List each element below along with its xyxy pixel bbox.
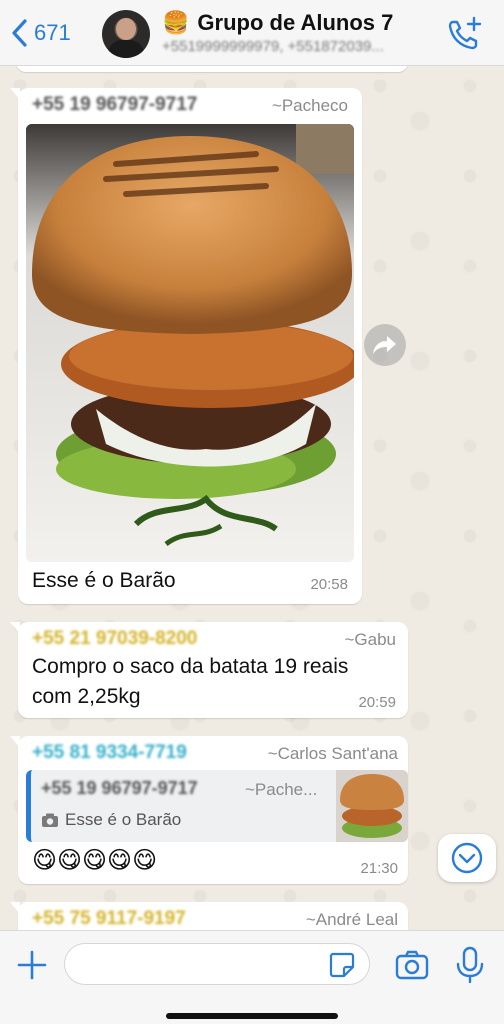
mic-icon[interactable]: [452, 945, 488, 985]
sender-phone[interactable]: +55 75 9117-9197: [32, 908, 186, 930]
message-bubble[interactable]: +55 75 9117-9197 ~André Leal: [10, 902, 408, 930]
message-input[interactable]: [64, 943, 370, 985]
call-add-icon[interactable]: [444, 14, 484, 54]
forward-icon: [373, 336, 396, 354]
sender-phone[interactable]: +55 81 9334-7719: [32, 742, 187, 764]
sender-alias: ~Carlos Sant'ana: [267, 744, 398, 763]
sender-alias: ~Gabu: [344, 630, 396, 649]
message-bubble[interactable]: +55 81 9334-7719 ~Carlos Sant'ana +55 19…: [10, 736, 408, 884]
message-bubble[interactable]: +55 21 97039-8200 ~Gabu Compro o saco da…: [10, 622, 408, 718]
message-time: 20:59: [358, 694, 396, 711]
plus-icon[interactable]: [14, 947, 50, 983]
sticker-icon[interactable]: [328, 951, 356, 979]
quote-thumbnail: [336, 770, 408, 842]
message-time: 21:30: [360, 860, 398, 877]
group-title[interactable]: 🍔 Grupo de Alunos 7: [162, 10, 393, 36]
members-preview[interactable]: +5519999999979, +551872039...: [162, 38, 432, 55]
quoted-message[interactable]: +55 19 96797-9717 ~Pache... Esse é o Bar…: [26, 770, 408, 842]
previous-message-bubble: [16, 66, 408, 72]
forward-button[interactable]: [364, 324, 406, 366]
scroll-down-button[interactable]: [438, 834, 496, 882]
message-time: 20:58: [310, 576, 348, 593]
sender-phone[interactable]: +55 21 97039-8200: [32, 628, 197, 650]
back-button[interactable]: 671: [10, 18, 71, 48]
message-text-line-1: Compro o saco da batata 19 reais: [32, 655, 349, 678]
home-indicator: [166, 1013, 338, 1019]
unread-count: 671: [34, 20, 71, 45]
sender-alias: ~André Leal: [305, 910, 398, 929]
sender-phone[interactable]: +55 19 96797-9717: [32, 94, 197, 116]
group-avatar[interactable]: [102, 10, 150, 58]
quote-sender-alias: ~Pache...: [245, 780, 318, 799]
message-text: Esse é o Barão: [32, 569, 176, 592]
chevron-left-icon: [12, 19, 27, 47]
quote-sender-phone: +55 19 96797-9717: [41, 778, 198, 798]
burger-illustration: [26, 124, 354, 562]
chevron-down-icon: [451, 842, 483, 874]
chat-header: 671 🍔 Grupo de Alunos 7 +5519999999979, +…: [0, 0, 504, 66]
camera-icon[interactable]: [394, 947, 430, 983]
quote-text: Esse é o Barão: [65, 810, 182, 829]
group-name: Grupo de Alunos 7: [197, 10, 394, 35]
sender-alias: ~Pacheco: [271, 96, 348, 115]
message-text: 😋😋😋😋😋: [32, 847, 158, 874]
message-text-line-2: com 2,25kg: [32, 685, 141, 708]
burger-photo[interactable]: [26, 124, 354, 562]
group-emoji: 🍔: [162, 10, 190, 35]
message-bubble[interactable]: +55 19 96797-9717 ~Pacheco Esse é o Barã…: [10, 88, 362, 604]
input-bar: [0, 930, 504, 1024]
chat-area[interactable]: +55 19 96797-9717 ~Pacheco Esse é o Barã…: [0, 66, 504, 930]
camera-icon: [42, 813, 58, 827]
